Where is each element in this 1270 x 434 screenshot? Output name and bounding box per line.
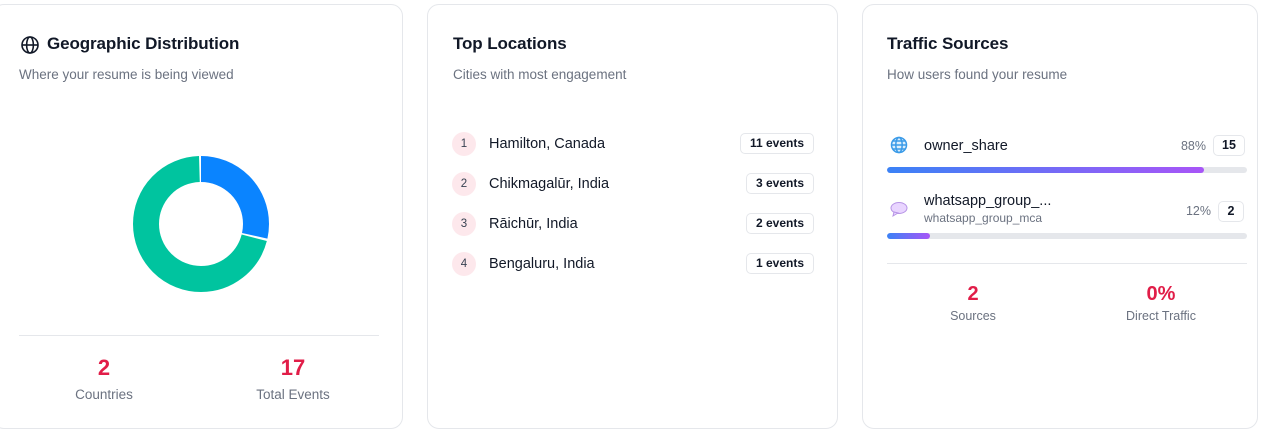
direct-traffic-label: Direct Traffic [1126,309,1196,323]
source-progress-fill [887,167,1204,173]
location-name: Chikmagalūr, India [489,176,610,192]
divider [887,263,1247,264]
card-title: Traffic Sources [887,34,1009,53]
total-events-label: Total Events [256,387,330,402]
source-percent: 88% [1180,139,1206,153]
sources-label: Sources [950,309,996,323]
globe-icon [20,35,40,55]
source-progress-bar [887,233,1247,239]
rank-badge: 4 [452,252,476,276]
events-badge: 3 events [745,173,814,194]
card-subtitle: Where your resume is being viewed [19,67,234,82]
location-row: 4 Bengaluru, India 1 events [452,251,814,277]
source-name: whatsapp_group_... [924,193,1052,209]
location-name: Hamilton, Canada [489,136,606,152]
total-events-value: 17 [280,355,306,380]
rank-badge: 3 [452,212,476,236]
source-count: 15 [1213,135,1245,156]
sources-value: 2 [967,283,979,305]
top-locations-card: Top Locations Cities with most engagemen… [427,4,838,429]
location-row: 1 Hamilton, Canada 11 events [452,131,814,157]
events-badge: 1 events [745,253,814,274]
chat-bubble-icon [889,199,909,219]
events-badge: 11 events [739,133,814,154]
geographic-distribution-card: Geographic Distribution Where your resum… [0,4,403,429]
traffic-sources-card: Traffic Sources How users found your res… [862,4,1258,429]
divider [19,335,379,336]
location-name: Bengaluru, India [489,256,595,272]
source-subtitle: whatsapp_group_mca [924,211,1043,225]
source-progress-bar [887,167,1247,173]
card-subtitle: How users found your resume [887,67,1068,82]
card-subtitle: Cities with most engagement [453,67,627,82]
countries-label: Countries [75,387,133,402]
location-name: Rāichūr, India [489,216,578,232]
card-title: Geographic Distribution [47,34,240,53]
source-percent: 12% [1185,204,1211,218]
countries-value: 2 [97,355,111,380]
source-count: 2 [1218,201,1244,222]
events-badge: 2 events [745,213,814,234]
card-title: Top Locations [453,34,567,53]
rank-badge: 1 [452,132,476,156]
source-progress-fill [887,233,931,239]
globe-icon [889,135,909,155]
rank-badge: 2 [452,172,476,196]
source-name: owner_share [924,138,1008,154]
donut-chart [130,153,272,295]
location-row: 3 Rāichūr, India 2 events [452,211,814,237]
location-row: 2 Chikmagalūr, India 3 events [452,171,814,197]
direct-traffic-value: 0% [1146,283,1176,305]
